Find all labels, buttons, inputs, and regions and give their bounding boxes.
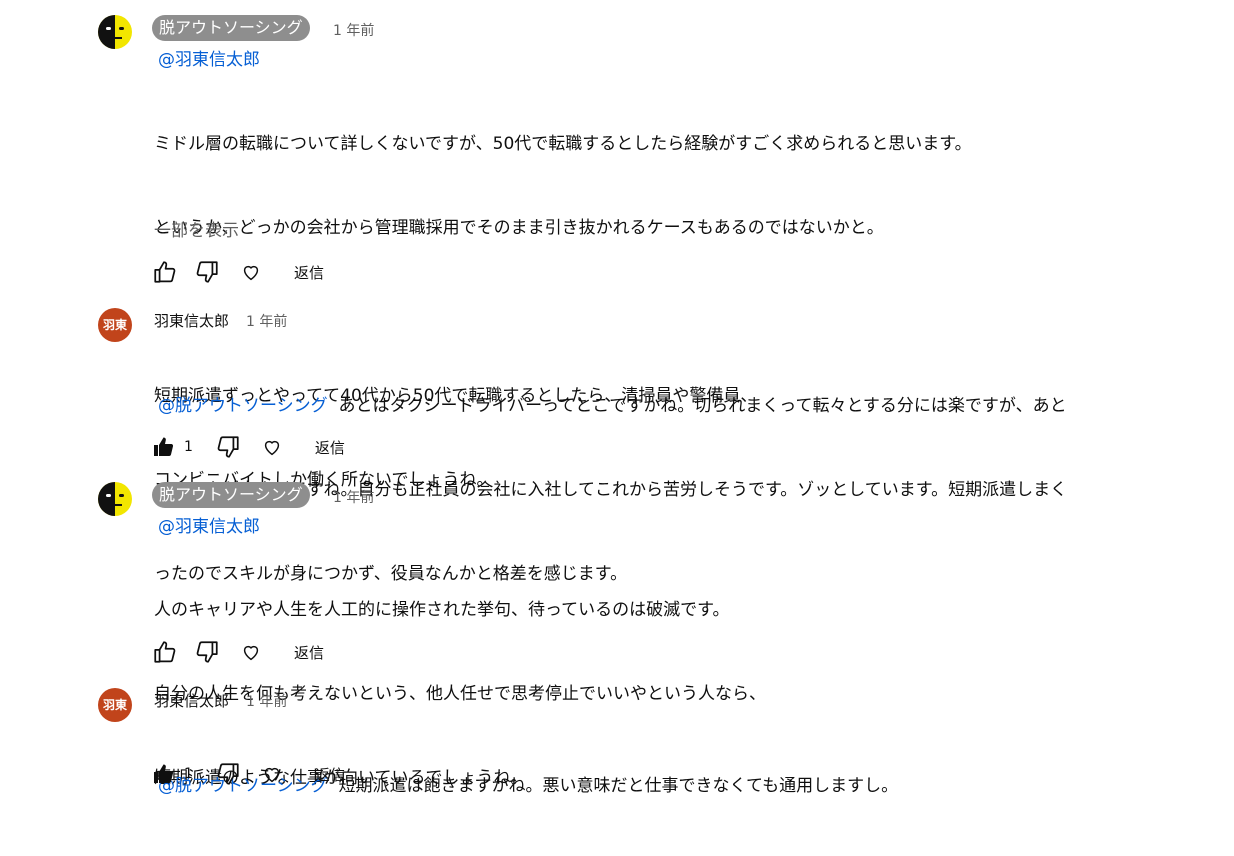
timestamp[interactable]: 1 年前 [333,20,374,40]
heart-icon[interactable] [240,641,262,663]
heart-icon[interactable] [261,436,283,458]
like-icon[interactable] [152,762,176,786]
avatar[interactable]: 羽東 [98,308,132,342]
comment-line: 人のキャリアや人生を人工的に操作された挙句、待っているのは破滅です。 [154,600,730,620]
author-name[interactable]: 羽東信太郎 [154,310,229,331]
mention-link[interactable]: @脱アウトソーシング [158,396,328,416]
reply-button[interactable]: 返信 [315,437,345,458]
reply-button[interactable]: 返信 [315,764,345,785]
reply-button[interactable]: 返信 [294,262,324,283]
like-count: 1 [184,766,193,782]
author-name[interactable]: 羽東信太郎 [154,690,229,711]
reply-button[interactable]: 返信 [294,642,324,663]
comment-line: のリスクが大きいですね。自分も正社員の会社に入社してこれから苦労しそうです。ゾッ… [154,480,1068,500]
like-icon[interactable] [152,639,178,665]
timestamp[interactable]: 1 年前 [246,311,287,331]
dislike-icon[interactable] [194,639,220,665]
heart-icon[interactable] [261,763,283,785]
comment-line: ミドル層の転職について詳しくないですが、50代で転職するとしたら経験がすごく求め… [154,134,972,154]
comment-line: というか、どっかの会社から管理職採用でそのまま引き抜かれるケースもあるのではない… [154,218,884,238]
mention-link[interactable]: @羽東信太郎 [158,50,260,70]
author-name[interactable]: 脱アウトソーシング [152,482,310,508]
comment-line: 短期派遣は飽きますかね。悪い意味だと仕事できなくても通用しますし。 [338,776,899,796]
like-icon[interactable] [152,259,178,285]
avatar[interactable] [98,482,132,516]
timestamp[interactable]: 1 年前 [333,487,374,507]
author-name[interactable]: 脱アウトソーシング [152,15,310,41]
dislike-icon[interactable] [215,434,241,460]
like-count: 1 [184,439,193,455]
dislike-icon[interactable] [215,761,241,787]
read-more-link[interactable]: 一部を表示 [154,216,239,241]
avatar[interactable]: 羽東 [98,688,132,722]
heart-icon[interactable] [240,261,262,283]
avatar[interactable] [98,15,132,49]
dislike-icon[interactable] [194,259,220,285]
mention-link[interactable]: @羽東信太郎 [158,517,260,537]
like-icon[interactable] [152,435,176,459]
timestamp[interactable]: 1 年前 [246,691,287,711]
comment-line: あとはタクシードライバーってとこですかね。切られまくって転々とする分には楽ですが… [338,396,1067,416]
